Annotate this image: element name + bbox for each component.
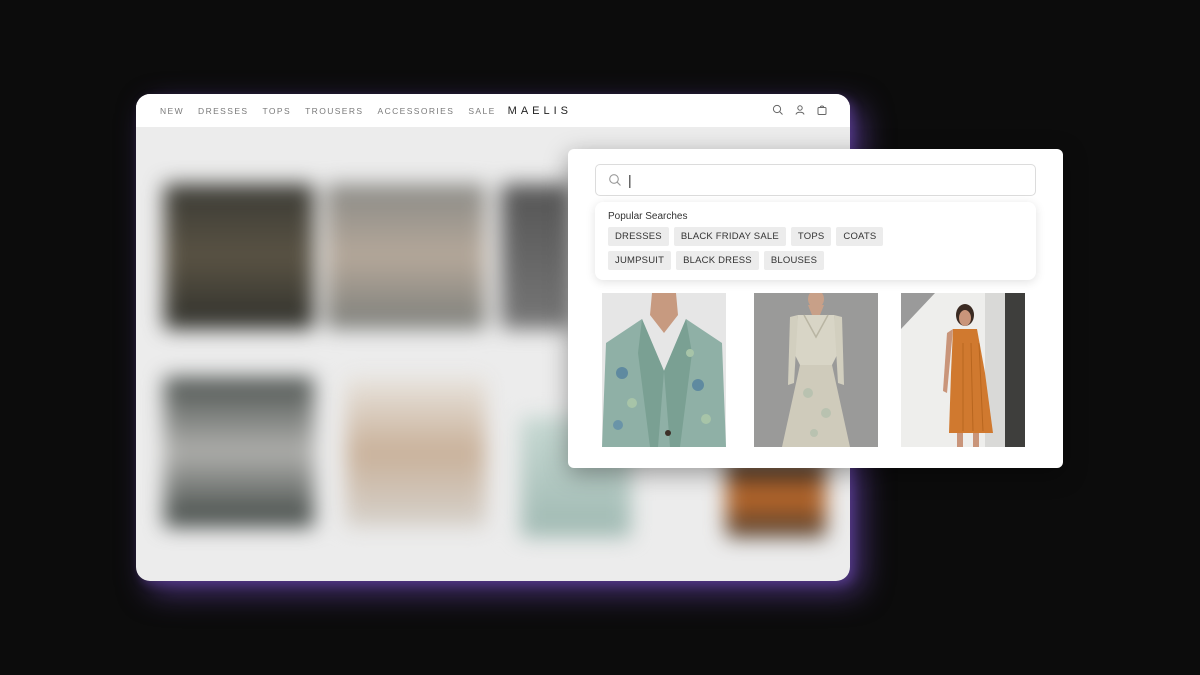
nav-item-trousers[interactable]: TROUSERS (305, 106, 363, 116)
search-icon (608, 173, 622, 187)
nav-item-sale[interactable]: SALE (468, 106, 495, 116)
blurred-product-2 (326, 184, 486, 329)
blurred-product-1 (164, 184, 314, 329)
nav-item-dresses[interactable]: DRESSES (198, 106, 248, 116)
nav-item-new[interactable]: NEW (160, 106, 184, 116)
tag-black-friday-sale[interactable]: BLACK FRIDAY SALE (673, 227, 786, 246)
product-floral-blazer[interactable] (602, 293, 726, 447)
tag-coats[interactable]: COATS (836, 227, 884, 246)
tag-black-dress[interactable]: BLACK DRESS (676, 251, 759, 270)
search-input[interactable] (628, 172, 1008, 188)
user-icon[interactable] (794, 104, 806, 116)
tag-row-2: JUMPSUIT BLACK DRESS BLOUSES (608, 251, 1023, 270)
blurred-product-7 (726, 457, 826, 537)
store-nav: NEW DRESSES TOPS TROUSERS ACCESSORIES SA… (136, 94, 850, 127)
product-printed-wrap-dress[interactable] (754, 293, 878, 447)
nav-icons (772, 104, 828, 116)
blurred-product-3 (501, 184, 571, 329)
search-box[interactable] (595, 164, 1036, 196)
nav-item-tops[interactable]: TOPS (262, 106, 291, 116)
popular-searches-title: Popular Searches (608, 211, 688, 222)
tag-tops[interactable]: TOPS (790, 227, 832, 246)
tag-dresses[interactable]: DRESSES (608, 227, 669, 246)
nav-item-accessories[interactable]: ACCESSORIES (378, 106, 455, 116)
search-panel: Popular Searches DRESSES BLACK FRIDAY SA… (568, 149, 1063, 468)
product-orange-knit-dress[interactable] (901, 293, 1025, 447)
tag-blouses[interactable]: BLOUSES (763, 251, 825, 270)
blurred-product-4 (164, 377, 314, 527)
blurred-product-5 (346, 377, 486, 527)
popular-searches: Popular Searches DRESSES BLACK FRIDAY SA… (595, 202, 1036, 280)
brand-logo[interactable]: MAELIS (508, 105, 572, 117)
bag-icon[interactable] (816, 104, 828, 116)
tag-jumpsuit[interactable]: JUMPSUIT (608, 251, 672, 270)
search-icon[interactable] (772, 104, 784, 116)
tag-row-1: DRESSES BLACK FRIDAY SALE TOPS COATS (608, 227, 1023, 246)
